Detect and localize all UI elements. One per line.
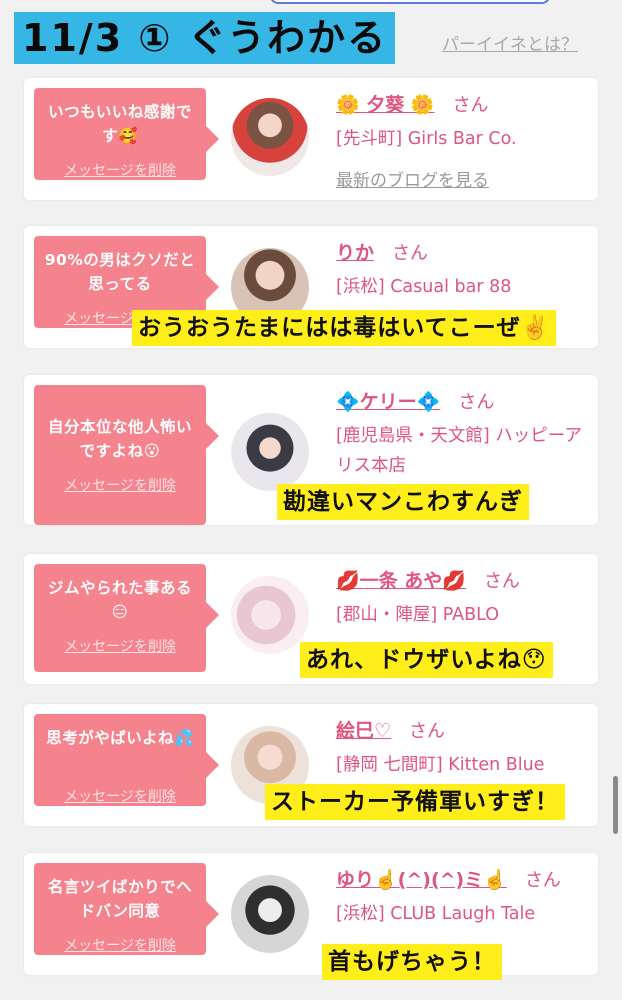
cast-avatar[interactable] — [231, 413, 309, 491]
honorific: さん — [452, 95, 489, 116]
shop-info: [先斗町] Girls Bar Co. — [336, 129, 517, 149]
iine-card: いつもいいね感謝です🥰 メッセージを削除 🌼 夕葵 🌼 さん [先斗町] Girl… — [24, 78, 598, 200]
caption-overlay: 勘違いマンこわすんぎ — [277, 484, 529, 520]
caption-overlay: あれ、ドウザいよね😯 — [300, 642, 553, 678]
honorific: さん — [524, 870, 561, 891]
date-title-overlay: 11/3 ① ぐうわかる — [14, 12, 396, 64]
latest-blog-link[interactable]: 最新のブログを見る — [336, 166, 489, 191]
message-text: 名言ツイばかりでヘドバン同意 — [47, 878, 193, 920]
iine-card: 名言ツイばかりでヘドバン同意 メッセージを削除 ゆり☝️(^)(^)ミ☝️ さん … — [24, 853, 598, 975]
caption-overlay: おうおうたまにはは毒はいてこーぜ✌️ — [132, 310, 557, 346]
cast-name-link[interactable]: ゆり☝️(^)(^)ミ☝️ — [336, 869, 507, 891]
message-bubble: 名言ツイばかりでヘドバン同意 メッセージを削除 — [34, 863, 219, 955]
cast-name-link[interactable]: 🌼 夕葵 🌼 — [336, 94, 435, 116]
cast-name-link[interactable]: 💠ケリー💠 — [336, 391, 440, 413]
message-text: ジムやられた事ある😑 — [47, 579, 192, 621]
message-text: いつもいいね感謝です🥰 — [48, 103, 192, 145]
caption-overlay: 首もげちゃう！ — [322, 944, 502, 980]
honorific: さん — [392, 243, 429, 264]
honorific: さん — [458, 392, 495, 413]
message-bubble: 思考がやばいよね💦 メッセージを削除 — [34, 714, 219, 806]
cast-name-link[interactable]: 💋一条 あや💋 — [336, 570, 466, 592]
delete-message-link[interactable]: メッセージを削除 — [34, 160, 206, 180]
honorific: さん — [483, 571, 520, 592]
delete-message-link[interactable]: メッセージを削除 — [34, 636, 206, 656]
cast-name-row: 絵巳♡ さん — [336, 716, 445, 743]
shop-info: [静岡 七間町] Kitten Blue — [336, 755, 545, 775]
cast-name-row: 🌼 夕葵 🌼 さん — [336, 90, 489, 117]
caption-overlay: ストーカー予備軍いすぎ！ — [265, 784, 565, 820]
what-is-iine-link[interactable]: パーイイネとは？ — [442, 30, 578, 55]
shop-info: [鹿児島県・天文館] ハッピーアリス本店 — [336, 426, 583, 476]
cast-name-row: 💠ケリー💠 さん — [336, 387, 494, 414]
cast-avatar[interactable] — [231, 875, 309, 953]
honorific: さん — [409, 721, 446, 742]
cast-name-link[interactable]: 絵巳♡ — [336, 720, 391, 742]
message-text: 90%の男はクソだと思ってる — [44, 251, 196, 293]
delete-message-link[interactable]: メッセージを削除 — [34, 475, 206, 495]
cast-name-link[interactable]: りか — [336, 242, 374, 264]
message-bubble: ジムやられた事ある😑 メッセージを削除 — [34, 564, 219, 672]
delete-message-link[interactable]: メッセージを削除 — [34, 935, 206, 955]
delete-message-link[interactable]: メッセージを削除 — [34, 786, 206, 806]
cast-avatar[interactable] — [231, 98, 309, 176]
message-text: 思考がやばいよね💦 — [46, 729, 194, 747]
message-bubble: 自分本位な他人怖いですよね😮 メッセージを削除 — [34, 385, 219, 525]
message-bubble: いつもいいね感謝です🥰 メッセージを削除 — [34, 88, 219, 180]
cast-name-row: 💋一条 あや💋 さん — [336, 566, 520, 593]
shop-info: [浜松] CLUB Laugh Tale — [336, 904, 536, 924]
cast-name-row: ゆり☝️(^)(^)ミ☝️ さん — [336, 865, 561, 892]
message-text: 自分本位な他人怖いですよね😮 — [47, 418, 192, 460]
cast-name-row: りか さん — [336, 238, 428, 265]
shop-info: [浜松] Casual bar 88 — [336, 277, 512, 297]
cast-avatar[interactable] — [231, 576, 309, 654]
top-search-bar-edge — [270, 0, 550, 4]
scrollbar-thumb[interactable] — [613, 776, 618, 834]
shop-info: [郡山・陣屋] PABLO — [336, 605, 500, 625]
